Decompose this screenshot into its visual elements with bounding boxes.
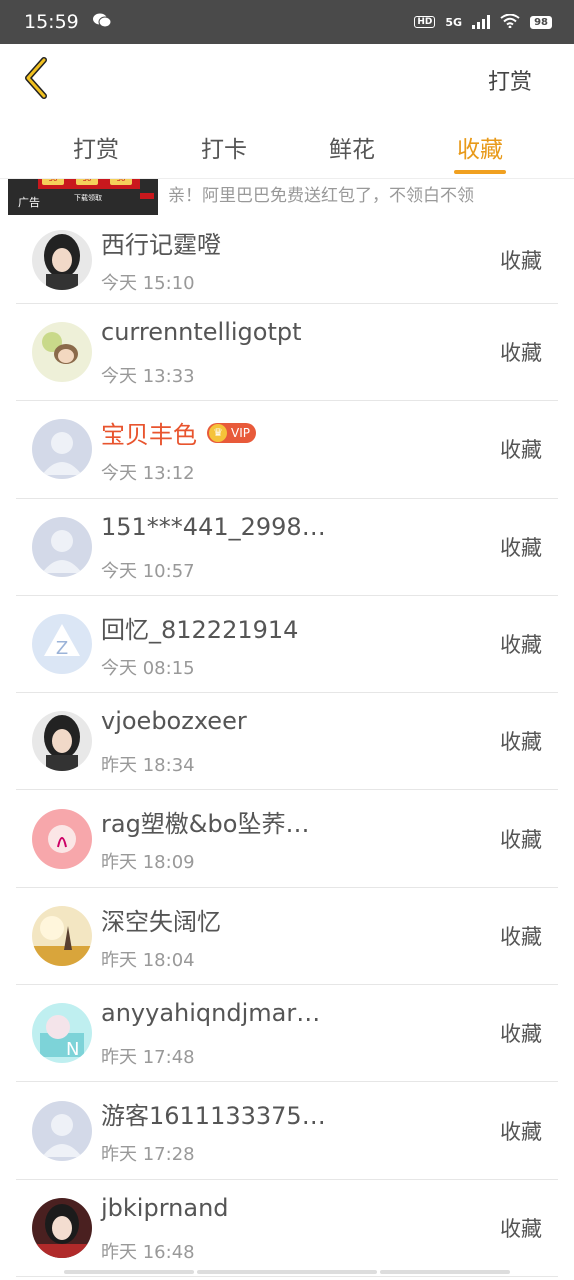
avatar[interactable]	[32, 1100, 92, 1161]
action-label: 收藏	[500, 535, 542, 560]
tab-bar: 打赏 打卡 鲜花 收藏	[0, 114, 574, 179]
action-label: 收藏	[500, 827, 542, 852]
user-name: 西行记霆噔	[101, 225, 221, 260]
action-label: 收藏	[500, 1022, 542, 1047]
timestamp: 昨天 17:28	[101, 1144, 195, 1166]
user-name-text: 宝贝丰色	[101, 421, 197, 450]
list-item[interactable]: 游客1611133375… 昨天 17:28 收藏	[16, 1082, 558, 1180]
status-bar: 15:59 HD 5G 98	[0, 0, 574, 44]
list-item[interactable]: 深空失阔忆昨天 18:04 收藏	[16, 888, 558, 986]
avatar[interactable]	[32, 1197, 92, 1258]
timestamp: 今天 13:12	[101, 463, 195, 485]
svg-text:N: N	[66, 1039, 79, 1060]
vip-label: VIP	[231, 425, 250, 440]
avatar[interactable]	[32, 419, 92, 480]
timestamp: 今天 13:33	[101, 366, 195, 387]
action-label: 收藏	[500, 438, 542, 463]
user-name: anyyahiqndjmar…	[101, 999, 320, 1027]
scroll-indicator	[0, 1270, 574, 1276]
user-name: 游客1611133375…	[101, 1096, 326, 1131]
action-label: 收藏	[500, 730, 542, 755]
list-item[interactable]: Z 回忆_812221914 今天 08:15 收藏	[16, 596, 558, 694]
user-name: currenntelligotpt	[101, 318, 302, 346]
user-name-text: rag塑檄&bo坠荞…	[101, 810, 310, 839]
user-name: rag塑檄&bo坠荞…	[101, 804, 309, 839]
timestamp: 今天 15:10	[101, 273, 195, 294]
tab-favorites[interactable]: 收藏	[416, 114, 544, 178]
back-button[interactable]	[20, 56, 56, 100]
action-label: 收藏	[500, 1119, 542, 1144]
tab-reward[interactable]: 打赏	[32, 114, 160, 178]
vip-badge: ♛ VIP	[207, 422, 256, 443]
network-label: 5G	[445, 15, 463, 29]
tab-checkin[interactable]: 打卡	[160, 114, 288, 178]
battery-icon: 98	[530, 15, 552, 29]
user-name: 151***441_2998…	[101, 513, 326, 541]
reward-button[interactable]: 打赏	[488, 64, 532, 96]
timestamp: 昨天 18:34	[101, 755, 195, 777]
user-name-text: jbkiprnand	[101, 1193, 229, 1222]
status-time: 15:59	[24, 11, 79, 33]
list-item[interactable]: Nanyyahiqndjmar… 昨天 17:48 收藏	[16, 985, 558, 1083]
svg-text:Z: Z	[56, 638, 68, 659]
action-label: 收藏	[500, 341, 542, 366]
user-name-text: 西行记霆噔	[101, 231, 221, 259]
timestamp: 昨天 16:48	[101, 1241, 195, 1263]
action-label: 收藏	[500, 249, 542, 273]
user-name: 深空失阔忆	[101, 902, 221, 937]
user-name-text: 151***441_2998…	[101, 512, 326, 541]
user-name: 回忆_812221914	[101, 610, 298, 645]
ad-text: 亲！阿里巴巴免费送红包了，不领白不领	[168, 186, 474, 206]
avatar[interactable]: Z	[32, 614, 92, 675]
ad-image: 30 30 30 下载领取 广告	[8, 179, 158, 215]
hd-icon: HD	[414, 16, 436, 28]
ad-label: 广告	[18, 196, 40, 209]
timestamp: 昨天 18:04	[101, 949, 195, 971]
ad-banner[interactable]: 30 30 30 下载领取 广告 亲！阿里巴巴免费送红包了，不领白不领	[0, 179, 574, 217]
list-item[interactable]: vjoebozxeer 昨天 18:34 收藏	[16, 693, 558, 791]
user-name: 宝贝丰色 ♛ VIP	[101, 415, 256, 450]
avatar[interactable]	[32, 808, 92, 869]
avatar[interactable]	[32, 230, 92, 290]
user-name-text: 回忆_812221914	[101, 615, 299, 644]
list-item[interactable]: jbkiprnand 昨天 16:48 收藏	[16, 1180, 558, 1277]
user-name: vjoebozxeer	[101, 707, 247, 735]
action-label: 收藏	[500, 1216, 542, 1241]
user-name-text: 游客1611133375…	[101, 1102, 326, 1131]
user-name-text: vjoebozxeer	[101, 707, 247, 736]
timestamp: 今天 10:57	[101, 560, 195, 582]
timestamp: 昨天 18:09	[101, 852, 195, 874]
chevron-left-icon	[25, 57, 47, 99]
favorites-list: 西行记霆噔今天 15:10 收藏 currenntelligotpt 今天 13:33…	[0, 217, 574, 1277]
list-item[interactable]: 西行记霆噔今天 15:10 收藏	[16, 217, 558, 304]
timestamp: 昨天 17:48	[101, 1047, 195, 1069]
wechat-icon	[92, 11, 112, 33]
user-name-text: anyyahiqndjmar…	[101, 999, 321, 1028]
avatar[interactable]	[32, 905, 92, 966]
avatar[interactable]	[32, 516, 92, 577]
avatar[interactable]	[32, 711, 92, 772]
list-item[interactable]: currenntelligotpt 今天 13:33 收藏	[16, 304, 558, 402]
user-name-text: currenntelligotpt	[101, 318, 302, 346]
avatar[interactable]: N	[32, 1003, 92, 1064]
list-item[interactable]: 151***441_2998… 今天 10:57 收藏	[16, 499, 558, 596]
user-name: jbkiprnand	[101, 1194, 229, 1222]
list-item[interactable]: rag塑檄&bo坠荞… 昨天 18:09 收藏	[16, 790, 558, 888]
signal-icon	[472, 15, 491, 29]
timestamp: 今天 08:15	[101, 657, 195, 679]
tab-flowers[interactable]: 鲜花	[288, 114, 416, 178]
crown-icon: ♛	[209, 423, 227, 442]
list-item[interactable]: 宝贝丰色 ♛ VIP 今天 13:12 收藏	[16, 401, 558, 499]
top-bar: 打赏	[0, 44, 574, 114]
wifi-icon	[500, 13, 520, 31]
user-name-text: 深空失阔忆	[101, 907, 221, 936]
action-label: 收藏	[500, 924, 542, 949]
action-label: 收藏	[500, 633, 542, 658]
avatar[interactable]	[32, 322, 92, 383]
